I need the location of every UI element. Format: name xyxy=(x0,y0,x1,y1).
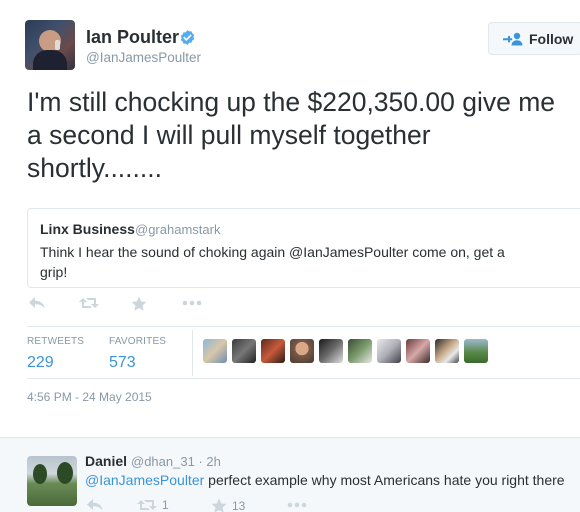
tweet-text: I'm still chocking up the $220,350.00 gi… xyxy=(27,87,556,183)
favorites-stat[interactable]: FAVORITES 573 xyxy=(109,336,166,372)
reply-text-body: perfect example why most Americans hate … xyxy=(204,472,565,488)
reply-more-button[interactable] xyxy=(287,502,307,508)
favorites-label: FAVORITES xyxy=(109,336,167,347)
retweets-count: 229 xyxy=(27,354,54,371)
retweets-label: RETWEETS xyxy=(27,336,85,347)
avatar-body xyxy=(33,50,67,70)
stats-separator xyxy=(192,330,193,376)
avatar-mic xyxy=(55,40,60,50)
reply-handle-text[interactable]: @dhan_31 xyxy=(131,454,195,469)
reply-mention-link[interactable]: @IanJamesPoulter xyxy=(85,472,204,488)
favorite-button[interactable] xyxy=(131,296,147,312)
reply-tweet[interactable]: Daniel @dhan_31 · 2h @IanJamesPoulter pe… xyxy=(0,437,580,512)
follow-button[interactable]: Follow xyxy=(488,22,580,55)
tweet-timestamp[interactable]: 4:56 PM - 24 May 2015 xyxy=(27,390,152,404)
reply-retweet-count: 1 xyxy=(162,498,169,512)
favorites-count: 573 xyxy=(109,354,136,371)
stats-top-divider xyxy=(27,326,580,327)
more-icon xyxy=(287,502,307,508)
reply-author-handle: @dhan_31 · 2h xyxy=(131,454,221,469)
stats-bottom-divider xyxy=(27,378,580,379)
reply-icon xyxy=(87,499,103,511)
fav-avatar[interactable] xyxy=(377,339,401,363)
quoted-tweet[interactable]: Linx Business @grahamstark Think I hear … xyxy=(27,208,580,288)
avatar-tree xyxy=(33,464,47,484)
fav-avatar[interactable] xyxy=(464,339,488,363)
author-name[interactable]: Ian Poulter xyxy=(86,27,179,48)
favorited-by-avatars xyxy=(203,339,493,363)
avatar-tree xyxy=(57,462,73,484)
favorite-icon xyxy=(211,498,227,512)
more-icon xyxy=(182,300,202,306)
follow-button-label: Follow xyxy=(529,30,574,47)
fav-avatar[interactable] xyxy=(319,339,343,363)
reply-icon xyxy=(29,297,45,309)
reply-favorite-count: 13 xyxy=(232,499,246,512)
fav-avatar[interactable] xyxy=(435,339,459,363)
fav-avatar[interactable] xyxy=(261,339,285,363)
fav-avatar[interactable] xyxy=(232,339,256,363)
retweet-icon xyxy=(137,500,157,510)
reply-time[interactable]: · 2h xyxy=(198,454,220,469)
favorite-icon xyxy=(131,296,147,311)
fav-avatar[interactable] xyxy=(348,339,372,363)
fav-avatar[interactable] xyxy=(406,339,430,363)
author-avatar[interactable] xyxy=(25,20,75,70)
reply-button[interactable] xyxy=(29,296,45,310)
retweet-icon xyxy=(79,298,99,308)
fav-avatar[interactable] xyxy=(290,339,314,363)
quoted-author-handle: @grahamstark xyxy=(135,222,221,237)
retweets-stat[interactable]: RETWEETS 229 xyxy=(27,336,84,372)
add-user-icon xyxy=(503,32,523,45)
reply-author-name[interactable]: Daniel xyxy=(85,453,127,469)
more-button[interactable] xyxy=(182,300,202,306)
author-handle[interactable]: @IanJamesPoulter xyxy=(86,50,201,65)
reply-retweet-button[interactable]: 1 xyxy=(137,498,169,512)
reply-author-avatar[interactable] xyxy=(27,456,77,506)
retweet-button[interactable] xyxy=(79,296,99,310)
fav-avatar[interactable] xyxy=(203,339,227,363)
quoted-author-name: Linx Business xyxy=(40,221,135,237)
quoted-tweet-text: Think I hear the sound of choking again … xyxy=(40,244,505,280)
reply-favorite-button[interactable]: 13 xyxy=(211,498,245,512)
verified-badge-icon xyxy=(180,30,195,45)
reply-reply-button[interactable] xyxy=(87,498,103,512)
reply-text: @IanJamesPoulter perfect example why mos… xyxy=(85,472,565,488)
